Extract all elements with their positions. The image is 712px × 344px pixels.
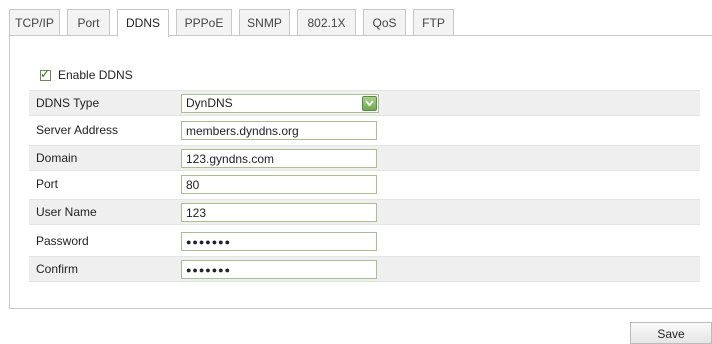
ddns-type-value: DynDNS: [186, 96, 233, 110]
user-name-field[interactable]: [181, 203, 377, 222]
domain-row: Domain: [29, 145, 700, 171]
checkmark-icon: ✓: [40, 66, 51, 81]
password-label: Password: [36, 234, 89, 248]
domain-field[interactable]: [181, 149, 377, 168]
port-label: Port: [36, 177, 59, 191]
tab-snmp[interactable]: SNMP: [239, 9, 290, 35]
password-field[interactable]: [181, 232, 377, 251]
port-field[interactable]: [181, 175, 377, 194]
ddns-type-row: DDNS Type DynDNS: [29, 90, 700, 116]
save-button[interactable]: Save: [630, 322, 712, 344]
server-address-row: Server Address: [29, 118, 700, 144]
ddns-type-select[interactable]: DynDNS: [181, 94, 379, 113]
server-address-field[interactable]: [181, 121, 377, 140]
chevron-down-icon[interactable]: [362, 96, 377, 111]
tab-802-1x[interactable]: 802.1X: [297, 9, 356, 35]
confirm-label: Confirm: [36, 262, 79, 276]
tab-qos[interactable]: QoS: [363, 9, 406, 35]
enable-ddns-row: ✓ Enable DDNS: [40, 67, 133, 83]
tab-tcp-ip[interactable]: TCP/IP: [9, 9, 60, 35]
ddns-type-label: DDNS Type: [36, 96, 100, 110]
enable-ddns-checkbox[interactable]: ✓: [40, 66, 51, 81]
tab-port[interactable]: Port: [67, 9, 110, 35]
tab-ftp[interactable]: FTP: [413, 9, 454, 35]
port-row: Port: [29, 172, 700, 198]
enable-ddns-label: Enable DDNS: [58, 68, 133, 82]
password-row: Password: [29, 229, 700, 255]
domain-label: Domain: [36, 151, 78, 165]
tab-ddns[interactable]: DDNS: [117, 9, 169, 37]
server-address-label: Server Address: [36, 123, 119, 137]
user-name-row: User Name: [29, 199, 700, 225]
tab-pppoe[interactable]: PPPoE: [176, 9, 232, 35]
confirm-row: Confirm: [29, 256, 700, 282]
user-name-label: User Name: [36, 205, 97, 219]
confirm-password-field[interactable]: [181, 260, 377, 279]
